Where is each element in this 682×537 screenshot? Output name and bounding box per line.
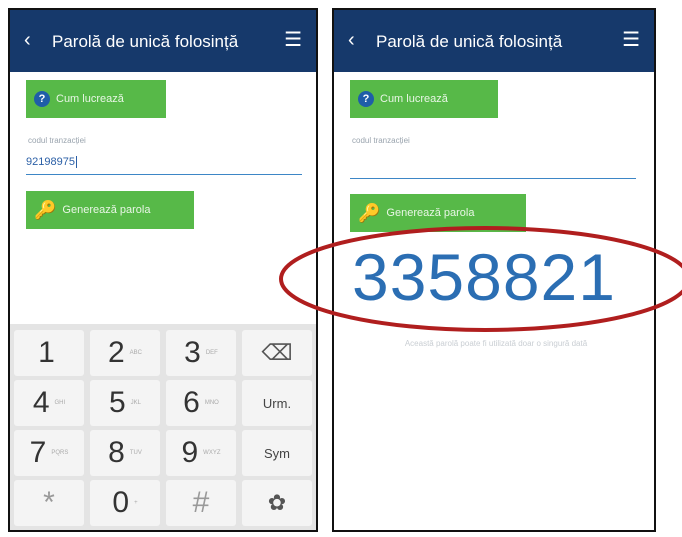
highlight-ellipse [279, 226, 682, 332]
